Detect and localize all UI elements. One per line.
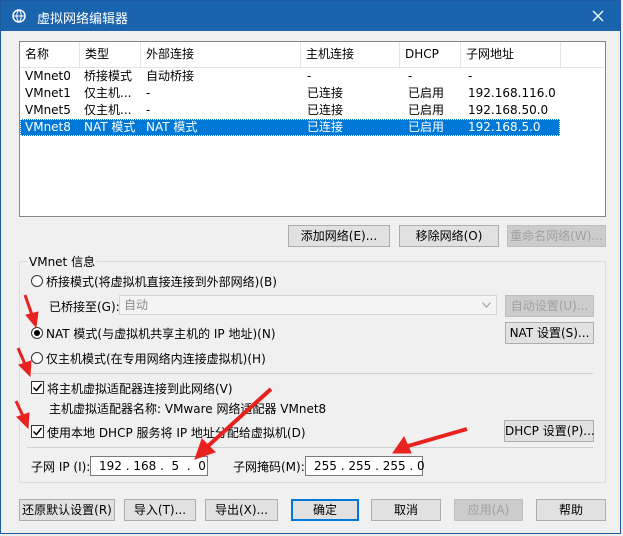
- table-row-vmnet0[interactable]: VMnet0 桥接模式 自动桥接 - - -: [20, 68, 560, 85]
- column-header-dhcp[interactable]: DHCP: [400, 42, 461, 67]
- connect-adapter-checkbox[interactable]: [31, 381, 44, 394]
- window-title: 虚拟网络编辑器: [37, 12, 129, 27]
- cancel-button[interactable]: 取消: [371, 499, 441, 521]
- auto-settings-button[interactable]: 自动设置(U)...: [505, 295, 594, 317]
- table-row-vmnet1[interactable]: VMnet1 仅主机... - 已连接 已启用 192.168.116.0: [20, 85, 560, 102]
- column-header-subnet[interactable]: 子网地址: [461, 42, 561, 67]
- cell-external: -: [146, 103, 151, 117]
- host-only-mode-radio[interactable]: [31, 352, 43, 364]
- column-header-host[interactable]: 主机连接: [301, 42, 400, 67]
- vmnet-info-title: VMnet 信息: [27, 253, 98, 270]
- nat-settings-button[interactable]: NAT 设置(S)...: [505, 322, 594, 344]
- help-button[interactable]: 帮助: [536, 499, 606, 521]
- network-list-header: 名称 类型 外部连接 主机连接 DHCP 子网地址: [20, 42, 605, 68]
- cell-subnet: 192.168.5.0: [468, 120, 541, 134]
- network-list[interactable]: 名称 类型 外部连接 主机连接 DHCP 子网地址 VMnet0 桥接模式 自动…: [19, 41, 606, 217]
- connect-adapter-label: 将主机虚拟适配器连接到此网络(V): [47, 382, 233, 396]
- subnet-ip-label: 子网 IP (I):: [31, 460, 91, 474]
- import-button[interactable]: 导入(T)...: [124, 499, 196, 521]
- cell-dhcp: 已启用: [408, 120, 445, 134]
- remove-network-button[interactable]: 移除网络(O): [399, 225, 499, 247]
- rename-network-button[interactable]: 重命名网络(W)...: [507, 225, 606, 247]
- cell-host: -: [307, 69, 312, 83]
- bridged-to-value: 自动: [124, 298, 149, 312]
- cell-subnet: 192.168.50.0: [468, 103, 549, 117]
- title-bar: 虚拟网络编辑器: [1, 1, 620, 31]
- export-button[interactable]: 导出(X)...: [205, 499, 278, 521]
- table-row-vmnet8[interactable]: VMnet8 NAT 模式 NAT 模式 已连接 已启用 192.168.5.0: [20, 119, 560, 136]
- cell-name: VMnet1: [25, 86, 71, 100]
- cell-type: 仅主机...: [84, 86, 132, 100]
- subnet-mask-label: 子网掩码(M):: [233, 460, 305, 474]
- separator: [27, 447, 593, 448]
- cell-name: VMnet0: [25, 69, 71, 83]
- bridged-mode-radio[interactable]: [31, 275, 43, 287]
- dhcp-label: 使用本地 DHCP 服务将 IP 地址分配给虚拟机(D): [47, 426, 306, 440]
- apply-button[interactable]: 应用(A): [454, 499, 523, 521]
- close-icon: [592, 10, 604, 22]
- column-header-external[interactable]: 外部连接: [141, 42, 301, 67]
- bridged-mode-label: 桥接模式(将虚拟机直接连接到外部网络)(B): [46, 275, 277, 289]
- separator: [27, 373, 593, 374]
- restore-defaults-button[interactable]: 还原默认设置(R): [19, 499, 115, 521]
- cell-name: VMnet8: [25, 120, 71, 134]
- table-row-vmnet5[interactable]: VMnet5 仅主机... - 已连接 已启用 192.168.50.0: [20, 102, 560, 119]
- add-network-button[interactable]: 添加网络(E)...: [288, 225, 390, 247]
- cell-external: 自动桥接: [146, 69, 195, 83]
- close-button[interactable]: [576, 1, 620, 31]
- cell-name: VMnet5: [25, 103, 71, 117]
- network-app-icon: [12, 9, 26, 23]
- cell-host: 已连接: [307, 103, 344, 117]
- cell-host: 已连接: [307, 120, 344, 134]
- subnet-mask-input[interactable]: 255 . 255 . 255 . 0: [305, 456, 425, 476]
- chevron-down-icon: [482, 302, 491, 308]
- cell-subnet: 192.168.116.0: [468, 86, 556, 100]
- cell-subnet: -: [468, 69, 473, 83]
- dhcp-settings-button[interactable]: DHCP 设置(P)...: [504, 420, 595, 442]
- cell-dhcp: -: [408, 69, 413, 83]
- bridged-to-label: 已桥接至(G):: [49, 300, 120, 314]
- cell-type: 仅主机...: [84, 103, 132, 117]
- nat-mode-label: NAT 模式(与虚拟机共享主机的 IP 地址)(N): [46, 327, 276, 341]
- cell-external: -: [146, 86, 151, 100]
- cell-dhcp: 已启用: [408, 103, 445, 117]
- virtual-network-editor-window: 虚拟网络编辑器 名称 类型 外部连接 主机连接 DHCP 子网地址 VMnet0…: [0, 0, 621, 534]
- cell-external: NAT 模式: [146, 120, 198, 134]
- column-header-type[interactable]: 类型: [80, 42, 141, 67]
- column-header-name[interactable]: 名称: [20, 42, 80, 67]
- checkmark-icon: [33, 383, 42, 392]
- adapter-name-text: 主机虚拟适配器名称: VMware 网络适配器 VMnet8: [49, 402, 327, 416]
- cell-type: NAT 模式: [84, 120, 136, 134]
- subnet-ip-input[interactable]: 192 . 168 . 5 . 0: [90, 456, 208, 476]
- cell-type: 桥接模式: [84, 69, 133, 83]
- checkmark-icon: [33, 427, 42, 436]
- bridged-to-select[interactable]: 自动: [119, 295, 497, 315]
- cell-host: 已连接: [307, 86, 344, 100]
- cell-dhcp: 已启用: [408, 86, 445, 100]
- dhcp-checkbox[interactable]: [31, 425, 44, 438]
- nat-mode-radio[interactable]: [31, 327, 43, 339]
- host-only-mode-label: 仅主机模式(在专用网络内连接虚拟机)(H): [46, 352, 266, 366]
- ok-button[interactable]: 确定: [291, 499, 359, 521]
